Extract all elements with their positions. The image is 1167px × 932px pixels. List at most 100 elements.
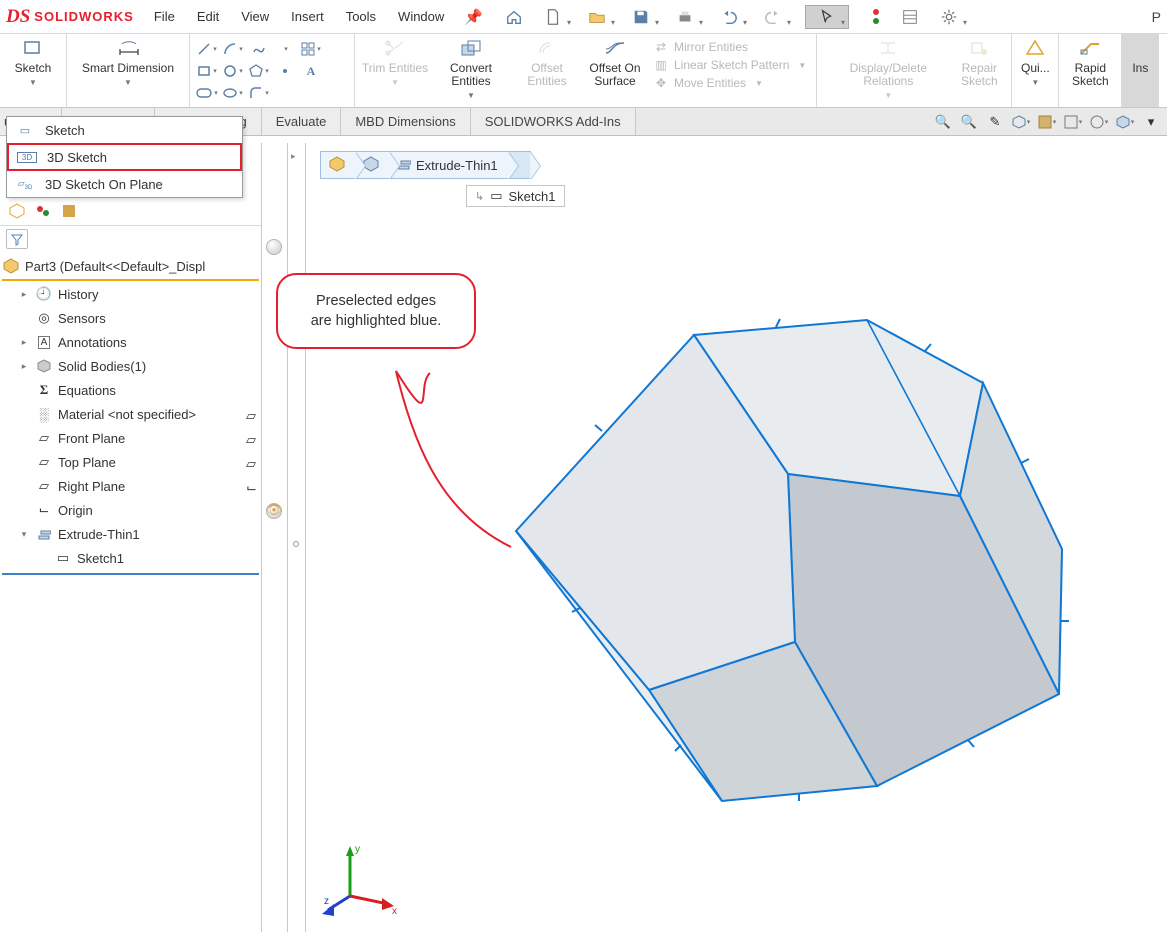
rectangle-tool[interactable] bbox=[196, 62, 218, 80]
fm-filter-row bbox=[0, 226, 261, 252]
spline-tool[interactable] bbox=[248, 40, 270, 58]
fillet-tool[interactable] bbox=[248, 84, 270, 102]
linear-sketch-pattern-button[interactable]: ▥Linear Sketch Pattern▼ bbox=[653, 58, 806, 72]
menu-window[interactable]: Window bbox=[398, 9, 444, 24]
ellipse-grid-tool[interactable] bbox=[300, 40, 322, 58]
tree-material[interactable]: ░Material <not specified> bbox=[2, 402, 261, 426]
split-bar[interactable]: ▸ bbox=[288, 143, 306, 932]
default-appearance-icon[interactable] bbox=[266, 239, 282, 255]
undo-button[interactable] bbox=[707, 5, 751, 29]
zoom-fit-icon[interactable]: 🔍 bbox=[933, 112, 953, 132]
open-file-button[interactable] bbox=[575, 5, 619, 29]
tab-evaluate[interactable]: Evaluate bbox=[262, 108, 342, 135]
feature-tree: Part3 (Default<<Default>_Displ ▸🕘History… bbox=[0, 252, 261, 932]
tree-sensors[interactable]: ◎Sensors bbox=[2, 306, 261, 330]
appearance-icon[interactable] bbox=[1089, 112, 1109, 132]
slot-tool[interactable] bbox=[196, 84, 218, 102]
sub-breadcrumb[interactable]: ↳ ▭ Sketch1 bbox=[466, 185, 565, 207]
rebuild-button[interactable] bbox=[859, 5, 893, 29]
tree-sketch1[interactable]: ▭Sketch1 bbox=[2, 546, 261, 570]
tree-top-plane[interactable]: ▱Top Plane bbox=[2, 450, 261, 474]
crumb-feature-step[interactable]: Extrude-Thin1 bbox=[389, 152, 508, 178]
tree-equations[interactable]: ΣEquations bbox=[2, 378, 261, 402]
tree-annotations[interactable]: ▸AAnnotations bbox=[2, 330, 261, 354]
menu-view[interactable]: View bbox=[241, 9, 269, 24]
plane-icon: ▱ bbox=[35, 478, 53, 494]
crumb-part-icon-step[interactable] bbox=[321, 152, 355, 178]
menu-insert[interactable]: Insert bbox=[291, 9, 324, 24]
rapid-sketch-button[interactable]: Rapid Sketch bbox=[1065, 38, 1115, 102]
display-style-icon[interactable] bbox=[1037, 112, 1057, 132]
save-button[interactable] bbox=[619, 5, 663, 29]
tree-right-plane[interactable]: ▱Right Plane bbox=[2, 474, 261, 498]
smart-dimension-button[interactable]: Smart Dimension ▼ bbox=[73, 38, 183, 102]
dropdown-3d-sketch[interactable]: 3D 3D Sketch bbox=[7, 143, 242, 171]
pin-icon[interactable]: 📌 bbox=[464, 8, 483, 26]
tree-root[interactable]: Part3 (Default<<Default>_Displ bbox=[2, 254, 261, 278]
instant2d-button[interactable]: Ins bbox=[1128, 38, 1152, 102]
dropdown-3d-sketch-on-plane[interactable]: ▱3D 3D Sketch On Plane bbox=[7, 171, 242, 197]
repair-sketch-button[interactable]: Repair Sketch bbox=[953, 38, 1005, 102]
hide-show-icon[interactable] bbox=[1063, 112, 1083, 132]
display-delete-relations-button[interactable]: Display/Delete Relations ▼ bbox=[823, 38, 953, 102]
dropdown-sketch[interactable]: ▭ Sketch bbox=[7, 117, 242, 143]
tree-origin[interactable]: ⌙Origin bbox=[2, 498, 261, 522]
point-tool[interactable] bbox=[274, 62, 296, 80]
annotations-icon: A bbox=[35, 336, 53, 349]
view-triad[interactable]: y x z bbox=[322, 840, 402, 920]
convert-entities-button[interactable]: Convert Entities ▼ bbox=[429, 38, 513, 102]
redo-button[interactable] bbox=[751, 5, 795, 29]
tree-root-label: Part3 (Default<<Default>_Displ bbox=[25, 259, 205, 274]
print-button[interactable] bbox=[663, 5, 707, 29]
options-sheet-icon[interactable] bbox=[893, 5, 927, 29]
plane-hint-front-icon[interactable]: ▱ bbox=[246, 408, 256, 424]
fm-tab-config-icon[interactable] bbox=[32, 201, 54, 221]
tab-addins[interactable]: SOLIDWORKS Add-Ins bbox=[471, 108, 636, 135]
filter-icon[interactable] bbox=[6, 229, 28, 249]
polygon-tool[interactable] bbox=[248, 62, 270, 80]
line-tool[interactable] bbox=[196, 40, 218, 58]
ellipse-tool[interactable] bbox=[222, 84, 244, 102]
offset-entities-button[interactable]: Offset Entities bbox=[513, 38, 581, 102]
tree-history[interactable]: ▸🕘History bbox=[2, 282, 261, 306]
menu-file[interactable]: File bbox=[154, 9, 175, 24]
visibility-icon[interactable]: 👁 bbox=[265, 502, 283, 518]
tab-mbd[interactable]: MBD Dimensions bbox=[341, 108, 470, 135]
offset-on-surface-button[interactable]: Offset On Surface bbox=[581, 38, 649, 102]
part-icon bbox=[2, 258, 20, 274]
tree-solid-bodies[interactable]: ▸Solid Bodies(1) bbox=[2, 354, 261, 378]
home-icon[interactable] bbox=[497, 5, 531, 29]
circle-tool[interactable] bbox=[222, 62, 244, 80]
timeline-node-icon[interactable] bbox=[293, 541, 299, 547]
collapse-icon[interactable]: ▸ bbox=[291, 151, 296, 162]
fm-tab-dim-icon[interactable] bbox=[58, 201, 80, 221]
sketch-button[interactable]: Sketch ▼ bbox=[6, 38, 60, 102]
sketch-node-icon: ▭ bbox=[54, 550, 72, 566]
model-view[interactable] bbox=[476, 303, 1116, 863]
settings-gear-icon[interactable] bbox=[927, 5, 971, 29]
view-settings-icon[interactable]: ▾ bbox=[1141, 112, 1161, 132]
graphics-area[interactable]: Extrude-Thin1 ↳ ▭ Sketch1 Preselected ed… bbox=[306, 143, 1167, 932]
arc-tool[interactable] bbox=[222, 40, 244, 58]
move-entities-button[interactable]: ✥Move Entities▼ bbox=[653, 76, 806, 90]
edit-scene-icon[interactable] bbox=[1115, 112, 1135, 132]
view-orientation-icon[interactable] bbox=[1011, 112, 1031, 132]
select-tool-button[interactable] bbox=[805, 5, 849, 29]
plane-hint-right-icon[interactable]: ▱ bbox=[246, 456, 256, 472]
plane-hint-top-icon[interactable]: ▱ bbox=[246, 432, 256, 448]
spline-flyout[interactable] bbox=[274, 40, 296, 58]
menu-tools[interactable]: Tools bbox=[346, 9, 376, 24]
tree-front-plane[interactable]: ▱Front Plane bbox=[2, 426, 261, 450]
section-view-icon[interactable]: ✎ bbox=[985, 112, 1005, 132]
mirror-entities-button[interactable]: ⇄Mirror Entities bbox=[653, 40, 806, 54]
fm-tab-tree-icon[interactable] bbox=[6, 201, 28, 221]
zoom-area-icon[interactable]: 🔍 bbox=[959, 112, 979, 132]
tree-extrude[interactable]: ▾Extrude-Thin1 bbox=[2, 522, 261, 546]
trim-entities-button[interactable]: Trim Entities ▼ bbox=[361, 38, 429, 102]
dropdown-3d-sketch-label: 3D Sketch bbox=[47, 150, 107, 165]
text-tool[interactable]: A bbox=[300, 62, 322, 80]
quick-snaps-button[interactable]: Qui... ▼ bbox=[1018, 38, 1052, 102]
new-file-button[interactable] bbox=[531, 5, 575, 29]
origin-hint-icon[interactable]: ⌙ bbox=[246, 480, 257, 496]
menu-edit[interactable]: Edit bbox=[197, 9, 219, 24]
